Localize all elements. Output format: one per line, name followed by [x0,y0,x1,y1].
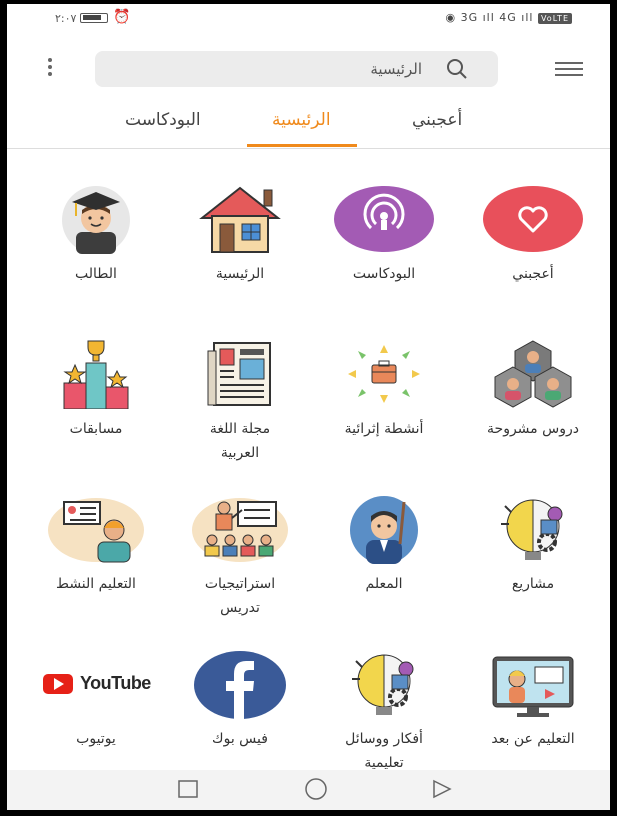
overflow-menu-icon[interactable] [47,56,53,82]
grid-item-student[interactable]: الطالب [26,184,166,286]
ideas-bulb-gear-icon [334,649,434,719]
grid-item-label: استراتيجيات تدريس [204,576,276,616]
projects-bulb-gear-icon [483,494,583,564]
distance-learning-icon [483,649,583,719]
heart-icon [483,184,583,254]
app-bar: الرئيسية [7,44,610,94]
graduate-student-icon [46,184,146,254]
grid-item-label: الطالب [75,266,117,282]
signal-text: 3G ıll 4G ıll [460,11,534,24]
grid-item-strategies[interactable]: استراتيجيات تدريس [170,494,310,620]
recents-square-icon[interactable] [175,776,201,802]
classroom-strategy-icon [190,494,290,564]
grid-item-label: التعليم النشط [56,576,136,592]
grid-item-label: يوتيوب [76,731,116,747]
grid-item-label: أفكار ووسائل تعليمية [345,731,423,771]
briefcase-activity-icon [334,339,434,409]
grid-item-label: التعليم عن بعد [491,731,575,747]
search-label: الرئيسية [370,60,422,78]
grid-item-label: أنشطة إثرائية [344,421,424,437]
youtube-logo-icon: YouTube [43,649,151,719]
wifi-icon: ◉ [445,11,457,24]
teacher-icon [334,494,434,564]
signal-indicators: ◉ 3G ıll 4G ıll VoLTE [445,11,572,24]
grid-item-activities[interactable]: أنشطة إثرائية [314,339,454,441]
active-learning-icon [46,494,146,564]
grid-item-label: مسابقات [69,421,123,437]
newspaper-icon [190,339,290,409]
grid-item-podcast[interactable]: البودكاست [314,184,454,286]
search-icon [447,59,467,79]
grid-item-label: أعجبني [512,266,554,282]
volte-badge: VoLTE [537,12,572,24]
active-tab-indicator [247,144,357,147]
grid-item-magazine[interactable]: مجلة اللغة العربية [170,339,310,465]
grid-item-distance-learning[interactable]: التعليم عن بعد [463,649,603,751]
tab-liked[interactable]: أعجبني [412,110,462,130]
tab-podcast[interactable]: البودكاست [125,110,201,130]
search-input[interactable]: الرئيسية [95,51,498,87]
home-circle-icon[interactable] [302,776,330,802]
grid-item-label: مجلة اللغة العربية [209,421,271,461]
phone-screen: ٢:٠٧ ⏰ ◉ 3G ıll 4G ıll VoLTE الرئيسية ال… [7,4,610,810]
tab-bar: البودكاست الرئيسية أعجبني [7,102,610,149]
hamburger-menu-icon[interactable] [555,62,585,78]
grid-item-liked[interactable]: أعجبني [463,184,603,286]
grid-item-label: مشاريع [511,576,555,592]
grid-item-label: المعلم [365,576,403,592]
youtube-wordmark: YouTube [80,673,151,693]
tab-home[interactable]: الرئيسية [272,110,331,130]
status-bar: ٢:٠٧ ⏰ ◉ 3G ıll 4G ıll VoLTE [7,4,610,34]
home-house-icon [190,184,290,254]
alarm-icon: ⏰ [113,9,131,25]
facebook-logo-icon [190,649,290,719]
grid-item-teacher[interactable]: المعلم [314,494,454,596]
system-nav-bar [7,770,610,810]
people-lessons-icon [483,339,583,409]
grid-item-lessons[interactable]: دروس مشروحة [463,339,603,441]
grid-item-projects[interactable]: مشاريع [463,494,603,596]
grid-item-home[interactable]: الرئيسية [170,184,310,286]
grid-item-ideas[interactable]: أفكار ووسائل تعليمية [314,649,454,775]
status-time: ٢:٠٧ [55,12,77,25]
grid-item-label: فيس بوك [212,731,268,747]
grid-item-youtube[interactable]: YouTube يوتيوب [26,649,166,751]
grid-item-active-learning[interactable]: التعليم النشط [26,494,166,596]
grid-item-label: البودكاست [352,266,416,282]
grid-item-label: الرئيسية [215,266,265,282]
grid-item-label: دروس مشروحة [487,421,579,437]
podcast-icon [334,184,434,254]
back-triangle-icon[interactable] [429,776,455,802]
grid-item-competitions[interactable]: مسابقات [26,339,166,441]
grid-item-facebook[interactable]: فيس بوك [170,649,310,751]
battery-icon [80,13,108,23]
podium-trophy-icon [46,339,146,410]
